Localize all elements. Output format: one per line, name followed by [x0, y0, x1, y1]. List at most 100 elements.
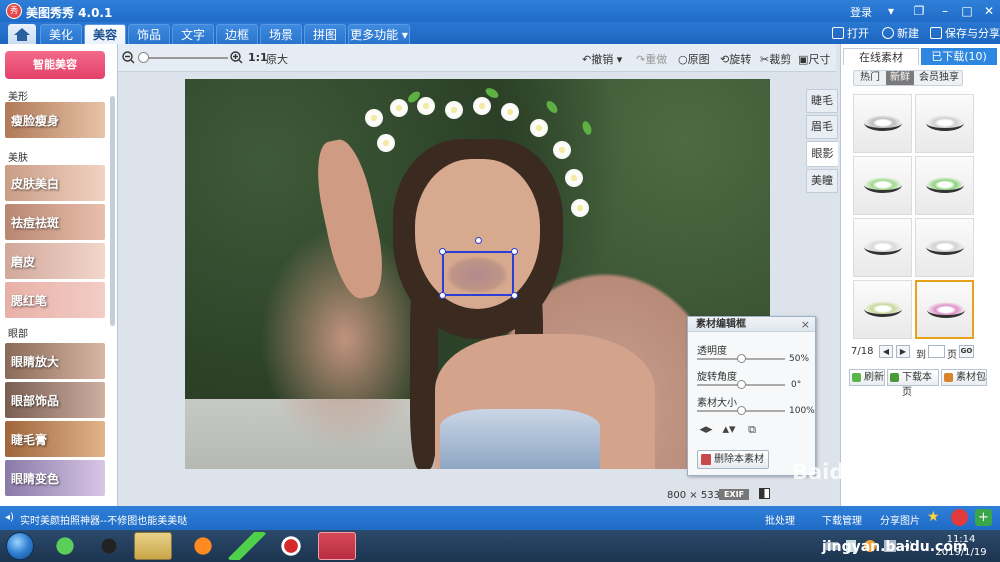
- eyeshadow-thumbnail[interactable]: [853, 218, 912, 277]
- tab-accessories[interactable]: 饰品: [128, 24, 170, 44]
- size-slider-handle[interactable]: [737, 406, 746, 415]
- resize-handle-bottom-right[interactable]: [511, 292, 518, 299]
- original-image-button[interactable]: ○原图: [678, 51, 710, 67]
- tab-beauty[interactable]: 美容: [84, 24, 126, 44]
- rotate-handle[interactable]: [475, 237, 482, 244]
- media-player-icon[interactable]: [228, 532, 266, 560]
- delete-material-button[interactable]: 删除本素材: [697, 450, 769, 469]
- side-tab-eyeshadow[interactable]: 眼影: [806, 141, 838, 167]
- share-image-link[interactable]: 分享图片: [880, 512, 920, 527]
- weibo-icon[interactable]: [951, 509, 968, 526]
- minimize-icon[interactable]: –: [934, 2, 956, 20]
- compare-view-icon[interactable]: [759, 488, 770, 499]
- zoom-out-icon[interactable]: [122, 51, 135, 64]
- login-link[interactable]: 登录: [850, 4, 872, 20]
- sub-tab-fresh[interactable]: 新鲜: [886, 71, 914, 85]
- eyeshadow-thumbnail[interactable]: [853, 156, 912, 215]
- skin-icon[interactable]: ❐: [908, 2, 930, 20]
- eyeshadow-thumbnail[interactable]: [853, 280, 912, 339]
- home-button[interactable]: [8, 24, 36, 44]
- status-promo-text[interactable]: 实时美颜拍照神器--不修图也能美美哒: [20, 512, 187, 527]
- ratio-label[interactable]: 1:1: [248, 51, 268, 64]
- material-pack-button[interactable]: 素材包: [941, 369, 987, 386]
- smart-beauty-button[interactable]: 智能美容: [5, 51, 105, 79]
- rotation-slider-handle[interactable]: [737, 380, 746, 389]
- zoom-slider[interactable]: [140, 57, 228, 59]
- screen-recorder-icon[interactable]: [272, 532, 310, 560]
- braid-left: [410, 269, 438, 469]
- tab-online-materials[interactable]: 在线素材: [843, 48, 919, 65]
- feature-slim-face[interactable]: 瘦脸瘦身: [5, 102, 105, 138]
- tab-more-label: 更多功能: [350, 28, 399, 42]
- flower-crown-flower: [417, 97, 435, 115]
- resize-handle-bottom-left[interactable]: [439, 292, 446, 299]
- resize-handle-top-left[interactable]: [439, 248, 446, 255]
- download-page-button[interactable]: 下载本页: [887, 369, 939, 398]
- opacity-slider-handle[interactable]: [737, 354, 746, 363]
- tab-scenes[interactable]: 场景: [260, 24, 302, 44]
- feature-skin-whitening[interactable]: 皮肤美白: [5, 165, 105, 201]
- left-scrollbar[interactable]: [110, 96, 115, 326]
- dialog-close-icon[interactable]: ×: [801, 318, 810, 331]
- download-manager-link[interactable]: 下载管理: [822, 512, 862, 527]
- tab-more[interactable]: 更多功能 ▾: [348, 24, 410, 44]
- maximize-icon[interactable]: □: [956, 2, 978, 20]
- eyeshadow-thumbnail[interactable]: [915, 280, 974, 339]
- next-page-button[interactable]: ▶: [896, 345, 910, 358]
- qq-icon[interactable]: [90, 532, 128, 560]
- go-button[interactable]: GO: [959, 345, 974, 358]
- batch-process-link[interactable]: 批处理: [765, 512, 795, 527]
- tab-collage[interactable]: 拼图: [304, 24, 346, 44]
- rotate-button[interactable]: ⟲旋转: [720, 51, 751, 67]
- browser-360-icon[interactable]: [46, 532, 84, 560]
- redo-button[interactable]: ↷重做: [636, 51, 667, 67]
- feature-skin-smoothing[interactable]: 磨皮: [5, 243, 105, 279]
- tab-downloaded[interactable]: 已下载(10): [921, 48, 997, 65]
- tab-text[interactable]: 文字: [172, 24, 214, 44]
- new-button[interactable]: 新建: [882, 25, 919, 41]
- page-number-input[interactable]: [928, 345, 945, 358]
- undo-button[interactable]: ↶撤销 ▾: [582, 51, 622, 67]
- eyeshadow-thumbnail[interactable]: [853, 94, 912, 153]
- flip-vertical-icon[interactable]: ▴▾: [721, 422, 737, 438]
- crop-button[interactable]: ✂裁剪: [760, 51, 791, 67]
- save-share-button[interactable]: 保存与分享: [930, 25, 1000, 41]
- zoom-in-icon[interactable]: [230, 51, 243, 64]
- side-tab-contacts[interactable]: 美瞳: [806, 169, 838, 193]
- eyeshadow-thumbnail[interactable]: [915, 156, 974, 215]
- prev-page-button[interactable]: ◀: [879, 345, 893, 358]
- copy-icon[interactable]: ⧉: [744, 422, 760, 438]
- original-size-button[interactable]: 原大: [266, 51, 288, 67]
- feature-acne-removal[interactable]: 祛痘祛斑: [5, 204, 105, 240]
- tab-beautify[interactable]: 美化: [40, 24, 82, 44]
- sub-tab-hot[interactable]: 热门: [856, 71, 884, 85]
- feature-blush-brush[interactable]: 腮红笔: [5, 282, 105, 318]
- resize-handle-top-right[interactable]: [511, 248, 518, 255]
- refresh-button[interactable]: 刷新: [849, 369, 885, 386]
- feature-eye-color[interactable]: 眼睛变色: [5, 460, 105, 496]
- add-icon[interactable]: +: [975, 509, 992, 526]
- material-selection-box[interactable]: [442, 251, 514, 296]
- dropdown-menu-icon[interactable]: ▾: [880, 2, 902, 20]
- flip-horizontal-icon[interactable]: ◂▸: [698, 422, 714, 438]
- tab-frames[interactable]: 边框: [216, 24, 258, 44]
- start-button-icon[interactable]: [6, 532, 34, 560]
- exif-button[interactable]: EXIF: [719, 489, 749, 500]
- sub-tab-member[interactable]: 会员独享: [916, 71, 962, 85]
- feature-eye-accessories[interactable]: 眼部饰品: [5, 382, 105, 418]
- star-icon[interactable]: ★: [927, 509, 943, 525]
- feature-mascara[interactable]: 睫毛膏: [5, 421, 105, 457]
- file-explorer-icon[interactable]: [134, 532, 172, 560]
- open-button[interactable]: 打开: [832, 25, 869, 41]
- close-icon[interactable]: ✕: [978, 2, 1000, 20]
- resize-button[interactable]: ▣尺寸: [798, 51, 830, 67]
- firefox-icon[interactable]: [184, 532, 222, 560]
- eyeshadow-thumbnail[interactable]: [915, 94, 974, 153]
- side-tab-eyelash[interactable]: 睫毛: [806, 89, 838, 113]
- feature-eye-enlarge[interactable]: 眼睛放大: [5, 343, 105, 379]
- zoom-slider-handle[interactable]: [138, 52, 149, 63]
- eyeshadow-thumbnail[interactable]: [915, 218, 974, 277]
- side-tab-eyebrow[interactable]: 眉毛: [806, 115, 838, 139]
- meitu-taskbar-icon[interactable]: [318, 532, 356, 560]
- photo-image[interactable]: [185, 79, 770, 469]
